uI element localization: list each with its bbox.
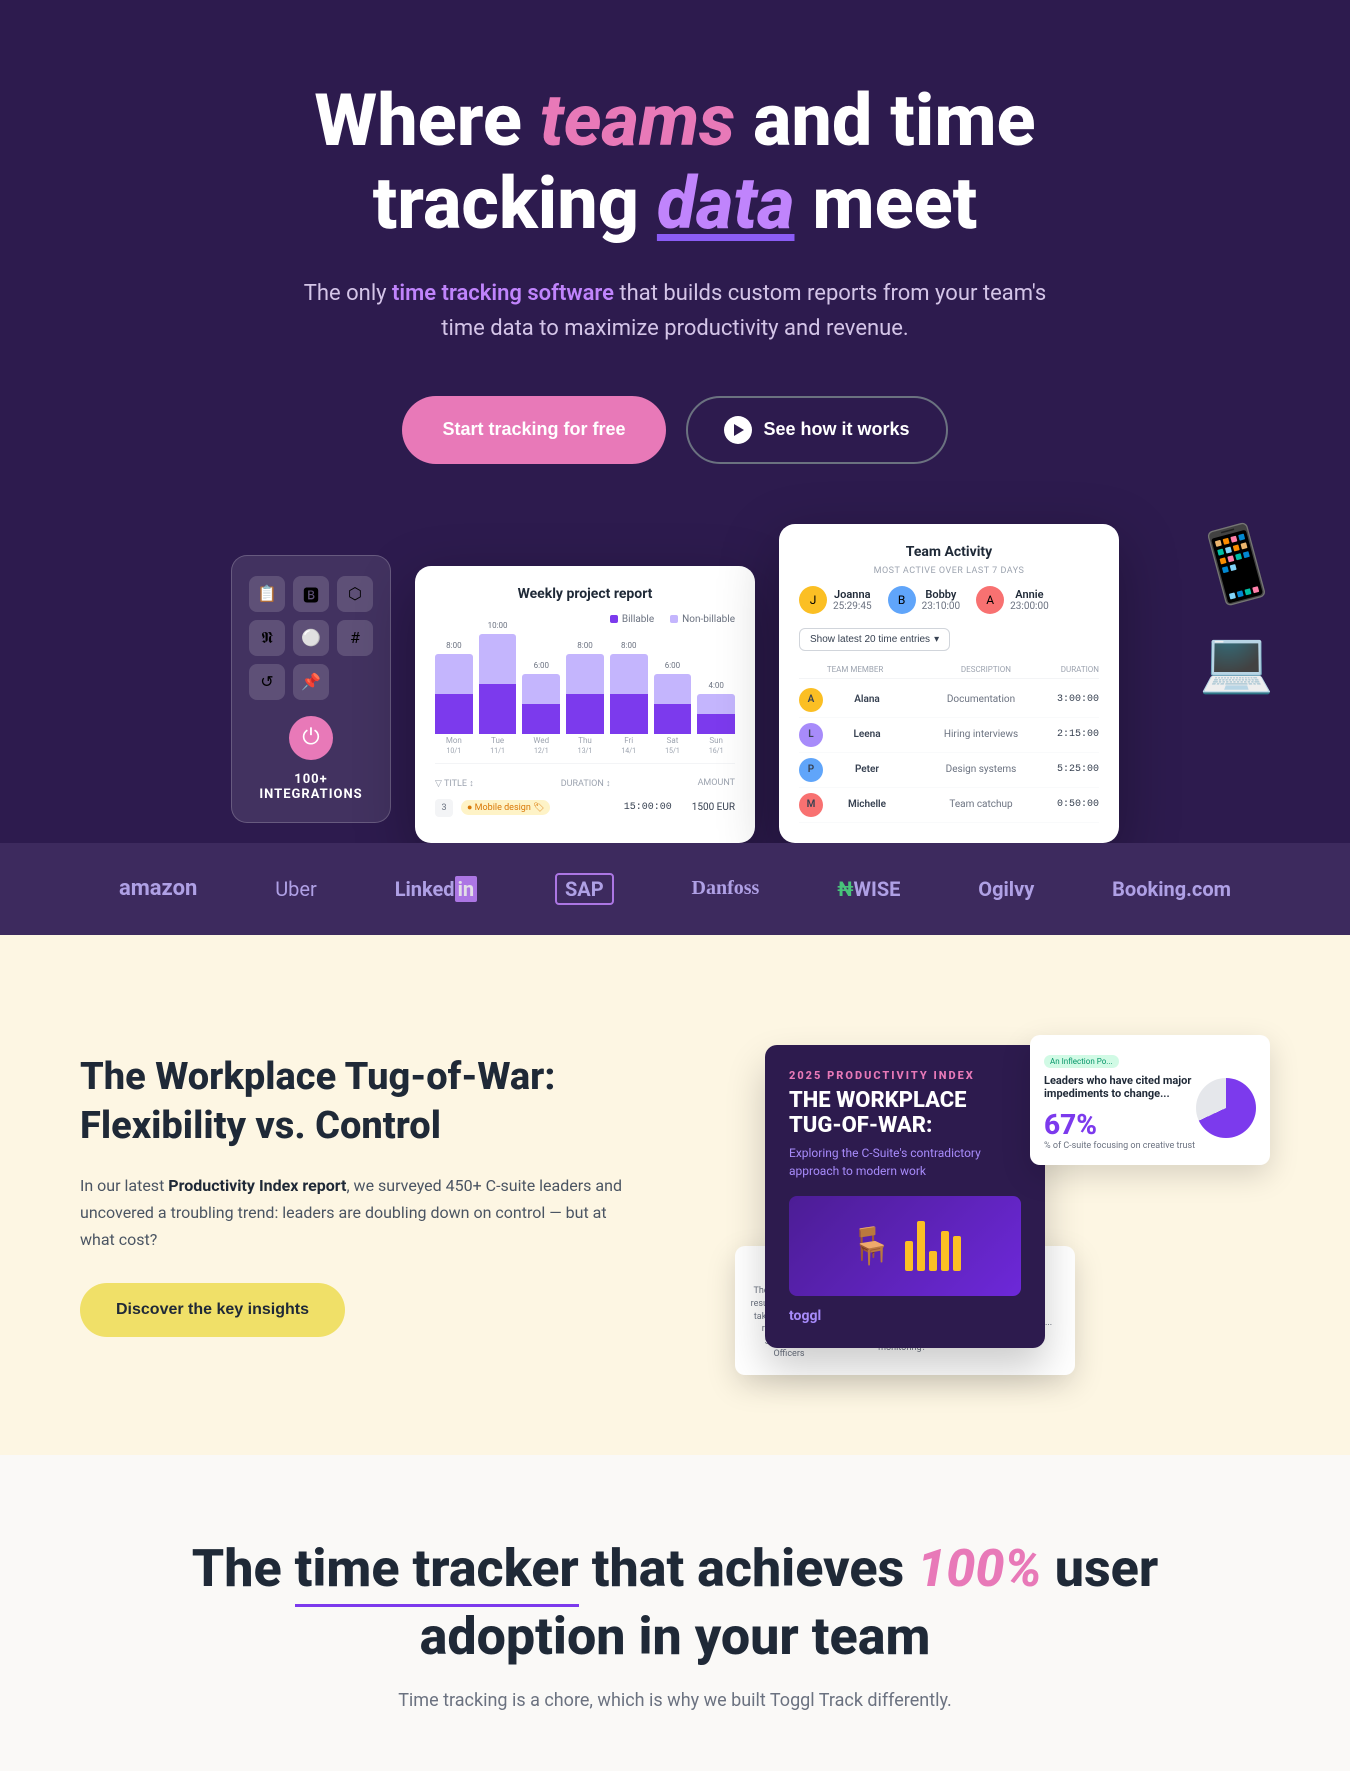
hero-section: Where teams and time tracking data meet … xyxy=(0,0,1350,843)
avatar-michelle: M xyxy=(799,793,823,817)
avatar-leena: L xyxy=(799,723,823,747)
productivity-card-image: 🪑 xyxy=(789,1196,1021,1296)
dashboard-preview: 📋 🅱 ⬡ 𝕹 ⚪ # ↺ 📌 ⏻ 100+ INTEGRATIONS Week… xyxy=(40,524,1310,843)
top-user-annie: A Annie 23:00:00 xyxy=(976,586,1049,614)
productivity-title: The Workplace Tug-of-War: Flexibility vs… xyxy=(80,1053,635,1152)
green-badge: An Inflection Po... xyxy=(1044,1055,1119,1068)
weekly-report-title: Weekly project report xyxy=(435,586,735,602)
top-users: J Joanna 25:29:45 B Bobby 23:10:00 A xyxy=(799,586,1099,614)
team-activity-card: Team Activity MOST ACTIVE OVER LAST 7 DA… xyxy=(779,524,1119,843)
hero-teams-word: teams xyxy=(540,78,735,163)
time-tracker-underline: time tracker xyxy=(295,1535,579,1603)
avatar-bobby: B xyxy=(888,586,916,614)
team-activity-title: Team Activity xyxy=(799,544,1099,560)
row-number: 3 xyxy=(435,799,453,817)
pie-label: % of C-suite focusing on creative trust xyxy=(1044,1141,1256,1151)
brand-wise: ₦WISE xyxy=(837,877,900,901)
integration-icon-2: 🅱 xyxy=(293,576,329,612)
phone-hand-illustration: 📱 xyxy=(1184,514,1289,616)
brands-section: amazon Uber Linkedin SAP Danfoss ₦WISE O… xyxy=(0,843,1350,935)
integrations-label: 100+ INTEGRATIONS xyxy=(259,772,362,802)
bar-chart: 8:00 Mon 10/1 10:00 Tue 11/1 xyxy=(435,635,735,755)
avatar-annie: A xyxy=(976,586,1004,614)
weekly-report-card: Weekly project report Billable Non-billa… xyxy=(415,566,755,843)
bar-sun: 4:00 Sun 16/1 xyxy=(697,681,735,755)
brand-sap: SAP xyxy=(555,873,614,905)
productivity-text: The Workplace Tug-of-War: Flexibility vs… xyxy=(80,1053,635,1337)
productivity-year-label: 2025 PRODUCTIVITY INDEX xyxy=(789,1069,1021,1082)
brand-uber: Uber xyxy=(275,877,317,901)
legend-billable: Billable xyxy=(610,614,654,625)
bar-fri: 8:00 Fri 14/1 xyxy=(610,641,648,755)
see-how-it-works-button[interactable]: See how it works xyxy=(686,396,948,464)
avatar-joanna: J xyxy=(799,586,827,614)
most-active-label: MOST ACTIVE OVER LAST 7 DAYS xyxy=(799,566,1099,576)
integration-icons-grid: 📋 🅱 ⬡ 𝕹 ⚪ # ↺ 📌 xyxy=(249,576,373,700)
hundred-percent: 100% xyxy=(917,1538,1042,1599)
hero-subtitle: The only time tracking software that bui… xyxy=(285,276,1065,346)
pie-chart xyxy=(1196,1078,1256,1138)
productivity-visual: 2025 PRODUCTIVITY INDEX THE WORKPLACETUG… xyxy=(715,1015,1270,1375)
brand-danfoss: Danfoss xyxy=(692,877,760,900)
bar-sat: 6:00 Sat 15/1 xyxy=(654,661,692,755)
integration-icon-4: 𝕹 xyxy=(249,620,285,656)
time-tracker-title: The time tracker that achieves 100% user… xyxy=(40,1535,1310,1670)
legend-nonbillable: Non-billable xyxy=(670,614,735,625)
project-tag: ● Mobile design 🏷 xyxy=(461,800,550,815)
bar-wed: 6:00 Wed 12/1 xyxy=(522,661,560,755)
nonbillable-dot xyxy=(670,615,678,623)
integration-icon-8: 📌 xyxy=(293,664,329,700)
table-headers: ▽ TITLE ↕ DURATION ↕ AMOUNT xyxy=(435,774,735,793)
discover-insights-button[interactable]: Discover the key insights xyxy=(80,1283,345,1337)
brand-booking: Booking.com xyxy=(1112,877,1231,901)
laptop-hands-illustration: 💻 xyxy=(1199,626,1274,697)
entry-row-peter: P Peter Design systems 5:25:00 xyxy=(799,753,1099,788)
hero-data-word: data xyxy=(657,161,795,246)
integrations-box: 📋 🅱 ⬡ 𝕹 ⚪ # ↺ 📌 ⏻ 100+ INTEGRATIONS xyxy=(231,555,391,823)
billable-dot xyxy=(610,615,618,623)
avatar-alana: A xyxy=(799,688,823,712)
productivity-main-card-title: THE WORKPLACETUG-OF-WAR: xyxy=(789,1088,1021,1138)
productivity-secondary-card: An Inflection Po... Leaders who have cit… xyxy=(1030,1035,1270,1165)
bar-thu: 8:00 Thu 13/1 xyxy=(566,641,604,755)
report-table: ▽ TITLE ↕ DURATION ↕ AMOUNT 3 ● Mobile d… xyxy=(435,763,735,823)
avatar-peter: P xyxy=(799,758,823,782)
productivity-main-card: 2025 PRODUCTIVITY INDEX THE WORKPLACETUG… xyxy=(765,1045,1045,1348)
start-tracking-button[interactable]: Start tracking for free xyxy=(402,396,665,464)
entries-table-header: TEAM MEMBER DESCRIPTION DURATION xyxy=(799,661,1099,679)
brand-ogilvy: Ogilvy xyxy=(978,877,1034,901)
productivity-card-subtitle: Exploring the C-Suite's contradictory ap… xyxy=(789,1144,1021,1180)
brand-linkedin: Linkedin xyxy=(395,877,477,901)
top-user-bobby: B Bobby 23:10:00 xyxy=(888,586,961,614)
top-user-joanna: J Joanna 25:29:45 xyxy=(799,586,872,614)
chevron-down-icon: ▾ xyxy=(934,634,939,645)
power-icon: ⏻ xyxy=(289,716,333,760)
desk-illustration: 🪑 xyxy=(849,1225,894,1267)
mini-bar-chart xyxy=(905,1221,961,1271)
entry-row-michelle: M Michelle Team catchup 0:50:00 xyxy=(799,788,1099,823)
hero-buttons: Start tracking for free See how it works xyxy=(40,396,1310,464)
toggl-brand: toggl xyxy=(789,1308,1021,1324)
integration-icon-3: ⬡ xyxy=(337,576,373,612)
entry-row-leena: L Leena Hiring interviews 2:15:00 xyxy=(799,718,1099,753)
integration-icon-6: # xyxy=(337,620,373,656)
productivity-section: The Workplace Tug-of-War: Flexibility vs… xyxy=(0,935,1350,1455)
integration-icon-5: ⚪ xyxy=(293,620,329,656)
integration-icon-7: ↺ xyxy=(249,664,285,700)
entry-row-alana: A Alana Documentation 3:00:00 xyxy=(799,683,1099,718)
productivity-description: In our latest Productivity Index report,… xyxy=(80,1172,635,1254)
brand-amazon: amazon xyxy=(119,876,197,901)
play-triangle-icon xyxy=(734,424,744,436)
right-illustrations: 📱 💻 xyxy=(1193,524,1280,697)
time-tracker-section: The time tracker that achieves 100% user… xyxy=(0,1455,1350,1771)
time-tracker-subtitle: Time tracking is a chore, which is why w… xyxy=(375,1690,975,1711)
bar-tue: 10:00 Tue 11/1 xyxy=(479,621,517,755)
show-entries-button[interactable]: Show latest 20 time entries ▾ xyxy=(799,628,950,651)
integration-icon-1: 📋 xyxy=(249,576,285,612)
play-icon xyxy=(724,416,752,444)
bar-mon: 8:00 Mon 10/1 xyxy=(435,641,473,755)
hero-title: Where teams and time tracking data meet xyxy=(40,80,1310,246)
table-row: 3 ● Mobile design 🏷 15:00:00 1500 EUR xyxy=(435,793,735,823)
